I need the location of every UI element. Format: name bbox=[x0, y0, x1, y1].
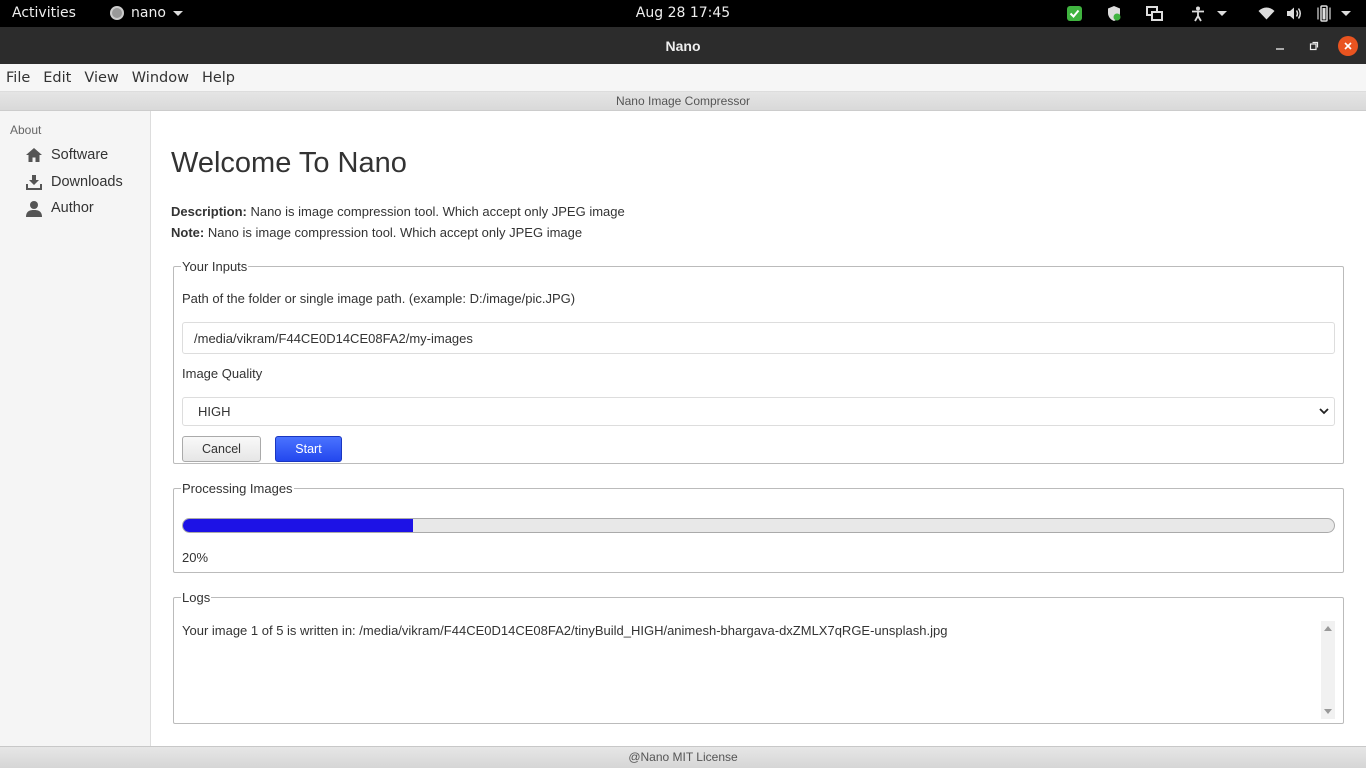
window-title: Nano bbox=[665, 38, 701, 54]
window-title-bar[interactable]: Nano bbox=[0, 27, 1366, 64]
path-input[interactable] bbox=[182, 322, 1335, 354]
sidebar-item-author[interactable]: Author bbox=[24, 199, 94, 217]
system-top-bar: Activities nano Aug 28 17:45 bbox=[0, 0, 1366, 27]
maximize-button[interactable] bbox=[1304, 36, 1324, 56]
menu-bar: File Edit View Window Help bbox=[0, 64, 1366, 91]
sidebar-item-label: Downloads bbox=[51, 174, 123, 190]
processing-fieldset: Processing Images 20% bbox=[173, 481, 1344, 573]
activities-button[interactable]: Activities bbox=[12, 5, 76, 21]
clock[interactable]: Aug 28 17:45 bbox=[636, 5, 730, 21]
sidebar-item-software[interactable]: Software bbox=[24, 146, 108, 164]
app-header: Nano Image Compressor bbox=[0, 91, 1366, 111]
log-scrollbar[interactable] bbox=[1321, 621, 1335, 719]
chevron-down-icon[interactable] bbox=[1212, 4, 1232, 23]
app-menu[interactable]: nano bbox=[110, 5, 183, 21]
note-line: Note: Nano is image compression tool. Wh… bbox=[171, 225, 582, 240]
log-textarea[interactable]: Your image 1 of 5 is written in: /media/… bbox=[182, 621, 1335, 719]
menu-help[interactable]: Help bbox=[202, 70, 235, 86]
sidebar: About Software Downloads Author bbox=[0, 111, 151, 746]
quality-selected-value: HIGH bbox=[198, 404, 231, 419]
sidebar-item-downloads[interactable]: Downloads bbox=[24, 173, 123, 191]
security-shield-icon[interactable] bbox=[1104, 4, 1124, 23]
chevron-down-icon[interactable] bbox=[1336, 4, 1356, 23]
accessibility-icon[interactable] bbox=[1188, 4, 1208, 23]
home-icon bbox=[24, 146, 44, 164]
processing-legend: Processing Images bbox=[182, 481, 293, 496]
progress-percent-text: 20% bbox=[182, 550, 209, 565]
description-label: Description: bbox=[171, 204, 247, 219]
page-title: Welcome To Nano bbox=[171, 147, 407, 179]
note-label: Note: bbox=[171, 225, 205, 240]
progress-bar bbox=[182, 518, 1335, 533]
chevron-down-icon bbox=[172, 10, 183, 16]
progress-fill bbox=[183, 519, 414, 532]
volume-icon[interactable] bbox=[1284, 4, 1304, 23]
menu-edit[interactable]: Edit bbox=[43, 70, 71, 86]
menu-view[interactable]: View bbox=[84, 70, 118, 86]
log-line: Your image 1 of 5 is written in: /media/… bbox=[182, 623, 948, 638]
close-button[interactable] bbox=[1338, 36, 1358, 56]
close-icon bbox=[1344, 42, 1352, 50]
menu-file[interactable]: File bbox=[6, 70, 30, 86]
cancel-button[interactable]: Cancel bbox=[182, 436, 261, 462]
description-text: Nano is image compression tool. Which ac… bbox=[246, 204, 625, 219]
windows-icon[interactable] bbox=[1144, 4, 1164, 23]
chevron-down-icon bbox=[1319, 408, 1329, 415]
app-menu-label: nano bbox=[131, 5, 166, 21]
inputs-legend: Your Inputs bbox=[182, 259, 248, 274]
shield-check-icon[interactable] bbox=[1064, 4, 1084, 23]
description-line: Description: Nano is image compression t… bbox=[171, 204, 625, 219]
logs-fieldset: Logs Your image 1 of 5 is written in: /m… bbox=[173, 590, 1344, 724]
app-icon bbox=[110, 6, 124, 20]
person-icon bbox=[24, 199, 44, 217]
inputs-fieldset: Your Inputs Path of the folder or single… bbox=[173, 259, 1344, 464]
minimize-button[interactable] bbox=[1270, 36, 1290, 56]
path-label: Path of the folder or single image path.… bbox=[182, 291, 576, 306]
wifi-icon[interactable] bbox=[1256, 4, 1276, 23]
menu-window[interactable]: Window bbox=[132, 70, 189, 86]
scroll-down-icon[interactable] bbox=[1324, 709, 1332, 714]
start-button[interactable]: Start bbox=[275, 436, 342, 462]
logs-legend: Logs bbox=[182, 590, 211, 605]
sidebar-item-label: Author bbox=[51, 200, 94, 216]
battery-icon[interactable] bbox=[1314, 4, 1334, 23]
download-icon bbox=[24, 173, 44, 191]
scroll-up-icon[interactable] bbox=[1324, 626, 1332, 631]
sidebar-heading: About bbox=[10, 123, 42, 137]
sidebar-item-label: Software bbox=[51, 147, 109, 163]
quality-label: Image Quality bbox=[182, 366, 263, 381]
footer: @Nano MIT License bbox=[0, 746, 1366, 768]
note-text: Nano is image compression tool. Which ac… bbox=[204, 225, 583, 240]
quality-select[interactable]: HIGH bbox=[182, 397, 1335, 426]
